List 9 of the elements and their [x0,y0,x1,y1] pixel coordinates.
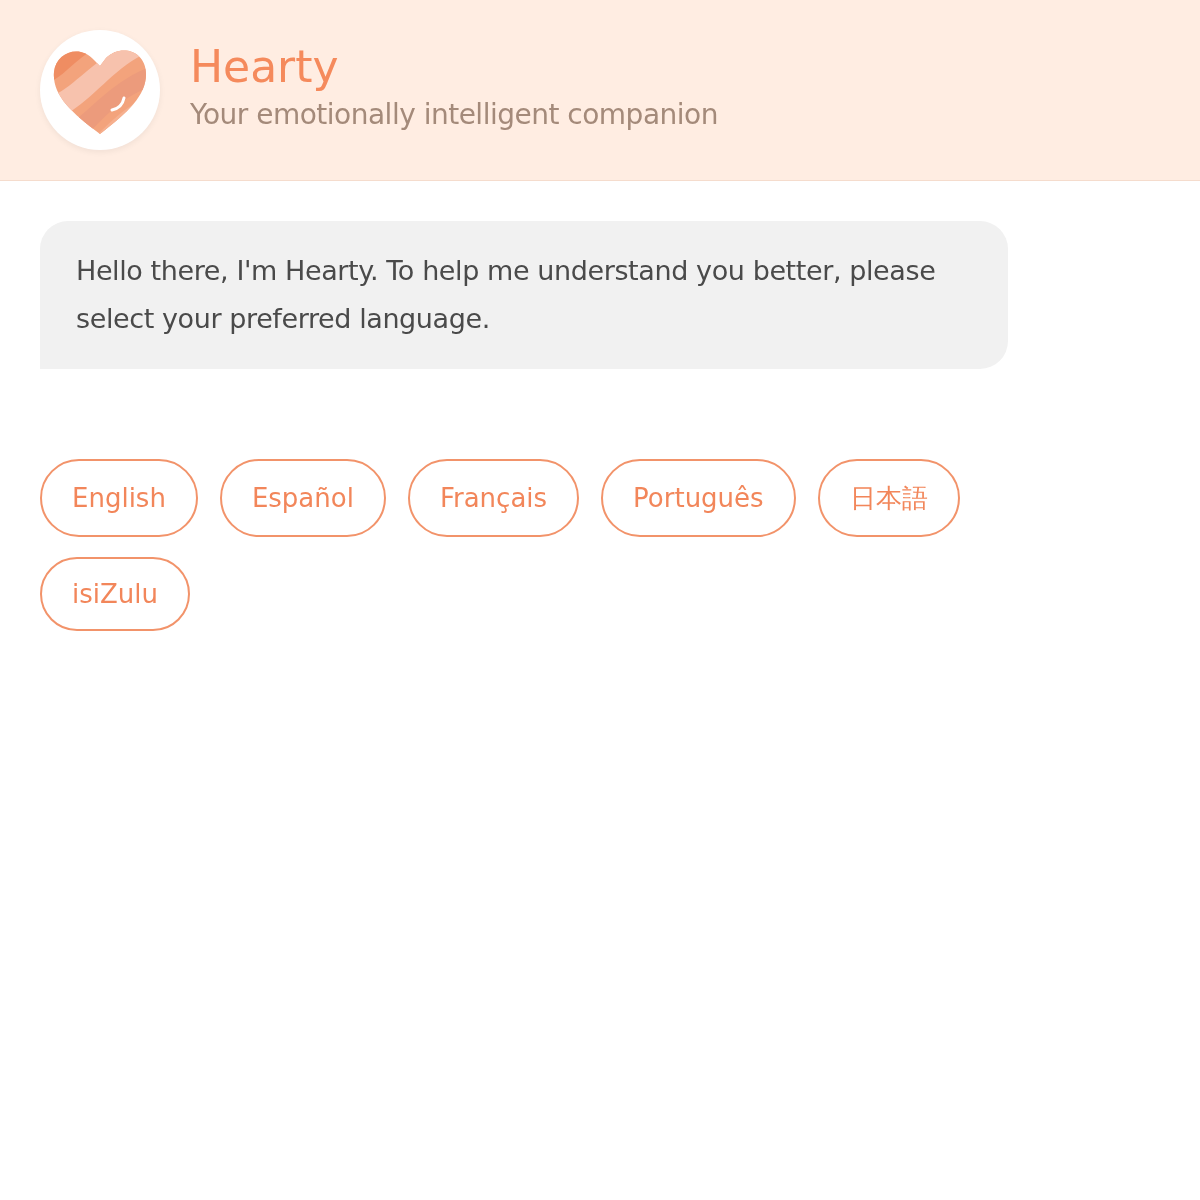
language-option[interactable]: Español [219,459,386,537]
language-option[interactable]: Français [407,459,580,537]
language-option[interactable]: Português [601,459,796,537]
app-subtitle: Your emotionally intelligent companion [190,97,718,131]
language-option[interactable]: English [40,459,198,537]
chat-message: Hello there, I'm Hearty. To help me understand you better, please select your preferred language. [40,221,1008,369]
language-option[interactable]: 日本語 [817,459,960,537]
app-title: Hearty [190,43,340,92]
language-option[interactable]: isiZulu [40,557,190,631]
